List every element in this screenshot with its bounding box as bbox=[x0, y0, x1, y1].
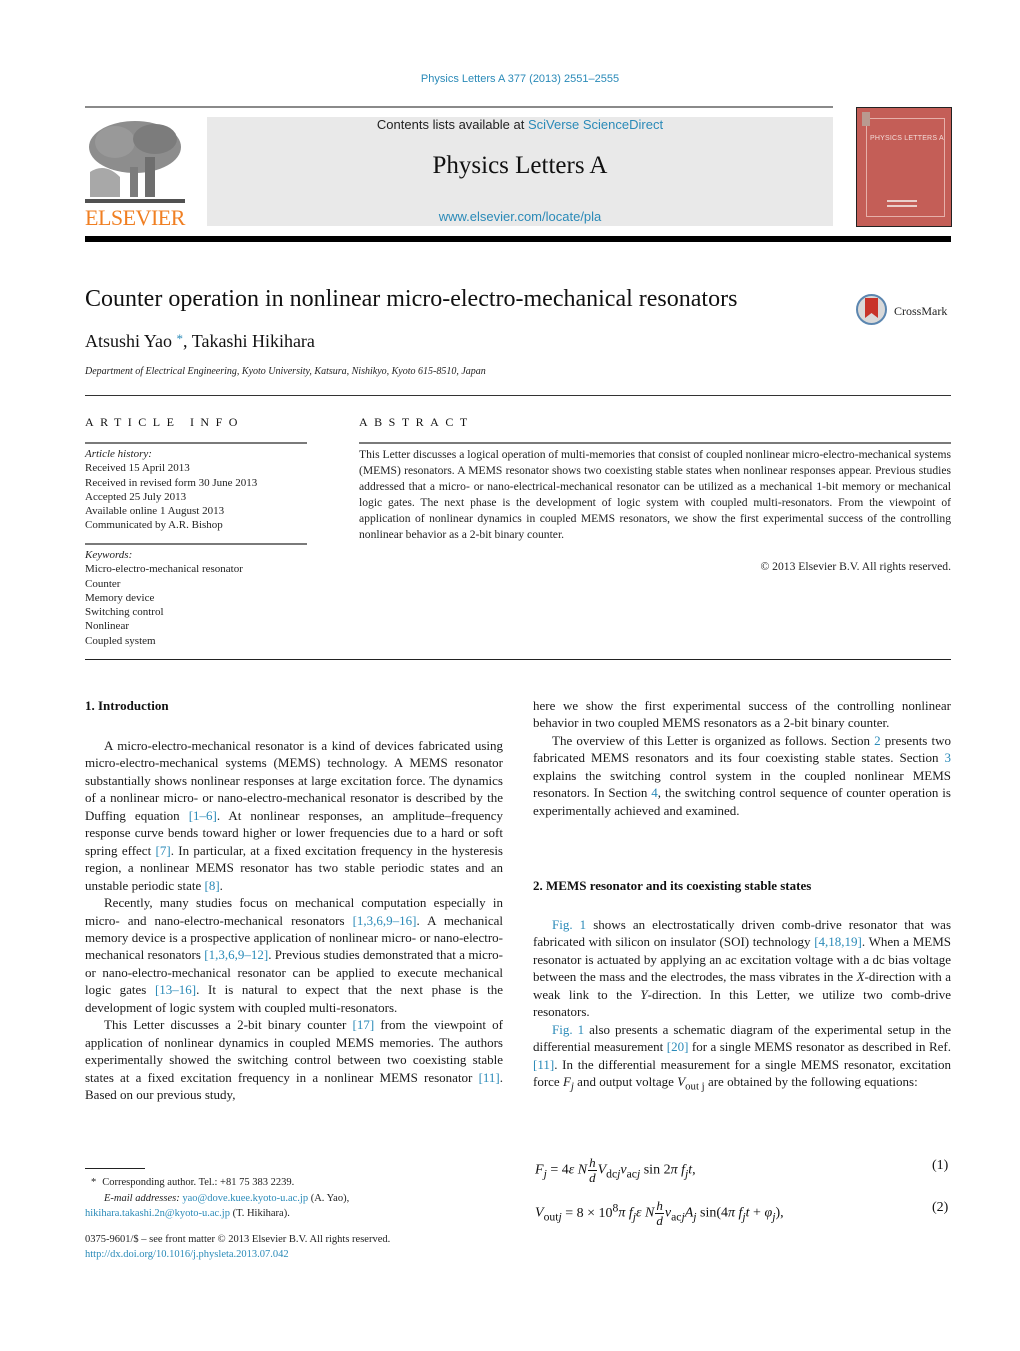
keyword-item: Micro-electro-mechanical resonator bbox=[85, 563, 243, 576]
paragraph: This Letter discusses a 2-bit binary cou… bbox=[85, 1017, 503, 1103]
keyword-item: Nonlinear bbox=[85, 620, 129, 633]
history-item: Received 15 April 2013 bbox=[85, 462, 190, 475]
keywords-label: Keywords: bbox=[85, 549, 133, 561]
citation-link[interactable]: [7] bbox=[156, 843, 171, 858]
crossmark-button[interactable]: CrossMark bbox=[856, 294, 956, 330]
body-column-right-section2: Fig. 1 shows an electrostatically driven… bbox=[533, 916, 951, 1096]
paragraph: The overview of this Letter is organized… bbox=[533, 732, 952, 818]
author-name[interactable]: Takashi Hikihara bbox=[192, 331, 315, 351]
equation-number: (1) bbox=[932, 1158, 949, 1173]
citation-link[interactable]: [11] bbox=[479, 1070, 500, 1085]
email-link[interactable]: yao@dove.kuee.kyoto-u.ac.jp bbox=[182, 1193, 308, 1204]
citation-link[interactable]: [1–6] bbox=[189, 808, 217, 823]
issn-line: 0375-9601/$ – see front matter © 2013 El… bbox=[85, 1234, 391, 1245]
contents-prefix: Contents lists available at bbox=[376, 117, 528, 132]
author-list: Atsushi Yao *, Takashi Hikihara bbox=[85, 331, 315, 352]
paragraph: Fig. 1 shows an electrostatically driven… bbox=[533, 917, 952, 1020]
history-item: Communicated by A.R. Bishop bbox=[85, 519, 223, 532]
elsevier-wordmark: ELSEVIER bbox=[85, 205, 185, 230]
body-column-right: here we show the first experimental succ… bbox=[533, 697, 951, 819]
divider bbox=[85, 659, 951, 660]
equation-1: Fj = 4ε Nh d Vdcjvacj sin 2π fjt, bbox=[535, 1155, 696, 1185]
citation-link[interactable]: [1,3,6,9–16] bbox=[353, 913, 417, 928]
abstract-heading: ABSTRACT bbox=[359, 415, 474, 429]
section-heading: 2. MEMS resonator and its coexisting sta… bbox=[533, 878, 812, 893]
article-history-label: Article history: bbox=[85, 448, 152, 460]
journal-url-link[interactable]: www.elsevier.com/locate/pla bbox=[207, 209, 833, 224]
email-line: hikihara.takashi.2n@kyoto-u.ac.jp (T. Hi… bbox=[85, 1208, 290, 1219]
sciencedirect-link[interactable]: SciVerse ScienceDirect bbox=[528, 117, 663, 132]
cover-frame bbox=[866, 118, 945, 217]
crossmark-label: CrossMark bbox=[894, 304, 948, 318]
author-name[interactable]: Atsushi Yao bbox=[85, 331, 172, 351]
citation-link[interactable]: [1,3,6,9–12] bbox=[204, 947, 268, 962]
doi-link[interactable]: http://dx.doi.org/10.1016/j.physleta.201… bbox=[85, 1249, 289, 1260]
journal-reference-link[interactable]: Physics Letters A 377 (2013) 2551–2555 bbox=[0, 73, 1020, 85]
body-column-left: A micro-electro-mechanical resonator is … bbox=[85, 737, 503, 1104]
citation-link[interactable]: [20] bbox=[667, 1039, 689, 1054]
section-heading: 1. Introduction bbox=[85, 698, 169, 713]
citation-link[interactable]: [8] bbox=[205, 878, 220, 893]
paragraph: A micro-electro-mechanical resonator is … bbox=[85, 738, 503, 893]
cover-title: PHYSICS LETTERS A bbox=[870, 135, 944, 142]
author-affiliation: Department of Electrical Engineering, Ky… bbox=[85, 366, 486, 377]
history-item: Available online 1 August 2013 bbox=[85, 505, 225, 518]
figure-link[interactable]: Fig. 1 bbox=[552, 917, 586, 932]
journal-cover-thumbnail[interactable]: PHYSICS LETTERS A bbox=[856, 107, 952, 227]
citation-link[interactable]: [13–16] bbox=[155, 982, 196, 997]
paragraph: Recently, many studies focus on mechanic… bbox=[85, 895, 504, 1015]
cover-text-line bbox=[887, 200, 917, 202]
citation-link[interactable]: [11] bbox=[533, 1057, 554, 1072]
divider bbox=[85, 395, 951, 396]
article-title: Counter operation in nonlinear micro-ele… bbox=[85, 286, 738, 312]
equation-2: Voutj = 8 × 108π fjε Nh d vacjAj sin(4π fj… bbox=[535, 1198, 784, 1228]
front-matter: 0375-9601/$ – see front matter © 2013 El… bbox=[85, 1232, 505, 1262]
article-info-heading: ARTICLE INFO bbox=[85, 415, 244, 429]
section-link[interactable]: 3 bbox=[945, 750, 952, 765]
keyword-item: Coupled system bbox=[85, 634, 156, 647]
cover-text-line bbox=[887, 205, 917, 207]
header-divider bbox=[85, 106, 833, 108]
keyword-item: Counter bbox=[85, 577, 121, 590]
cover-badge bbox=[862, 112, 870, 126]
abstract-copyright: © 2013 Elsevier B.V. All rights reserved… bbox=[760, 560, 951, 573]
keyword-item: Switching control bbox=[85, 606, 164, 619]
history-item: Accepted 25 July 2013 bbox=[85, 490, 187, 503]
keywords: Keywords: Micro-electro-mechanical reson… bbox=[85, 548, 307, 648]
keyword-item: Memory device bbox=[85, 591, 155, 604]
equation-number: (2) bbox=[932, 1200, 949, 1215]
footnote: * Corresponding author. Tel.: +81 75 383 … bbox=[85, 1175, 505, 1222]
citation-link[interactable]: [17] bbox=[353, 1017, 375, 1032]
email-link[interactable]: hikihara.takashi.2n@kyoto-u.ac.jp bbox=[85, 1208, 230, 1219]
abstract-text: This Letter discusses a logical operatio… bbox=[359, 448, 951, 541]
divider bbox=[85, 543, 307, 545]
paragraph-continuation: here we show the first experimental succ… bbox=[533, 698, 951, 731]
history-item: Received in revised form 30 June 2013 bbox=[85, 476, 258, 489]
author-separator: , bbox=[183, 331, 192, 351]
journal-title: Physics Letters A bbox=[432, 152, 608, 179]
divider bbox=[359, 442, 951, 444]
corresponding-author-note: * Corresponding author. Tel.: +81 75 383 … bbox=[91, 1177, 295, 1188]
header-thick-rule bbox=[85, 236, 951, 242]
figure-link[interactable]: Fig. 1 bbox=[552, 1022, 584, 1037]
article-history: Article history: Received 15 April 2013 … bbox=[85, 447, 307, 533]
paragraph: Fig. 1 also presents a schematic diagram… bbox=[533, 1021, 951, 1093]
divider bbox=[85, 442, 307, 444]
citation-link[interactable]: [4,18,19] bbox=[814, 934, 862, 949]
footnote-divider bbox=[85, 1168, 145, 1169]
email-line: E-mail addresses: yao@dove.kuee.kyoto-u.… bbox=[104, 1192, 350, 1204]
contents-availability: Contents lists available at SciVerse Sci… bbox=[207, 117, 833, 132]
